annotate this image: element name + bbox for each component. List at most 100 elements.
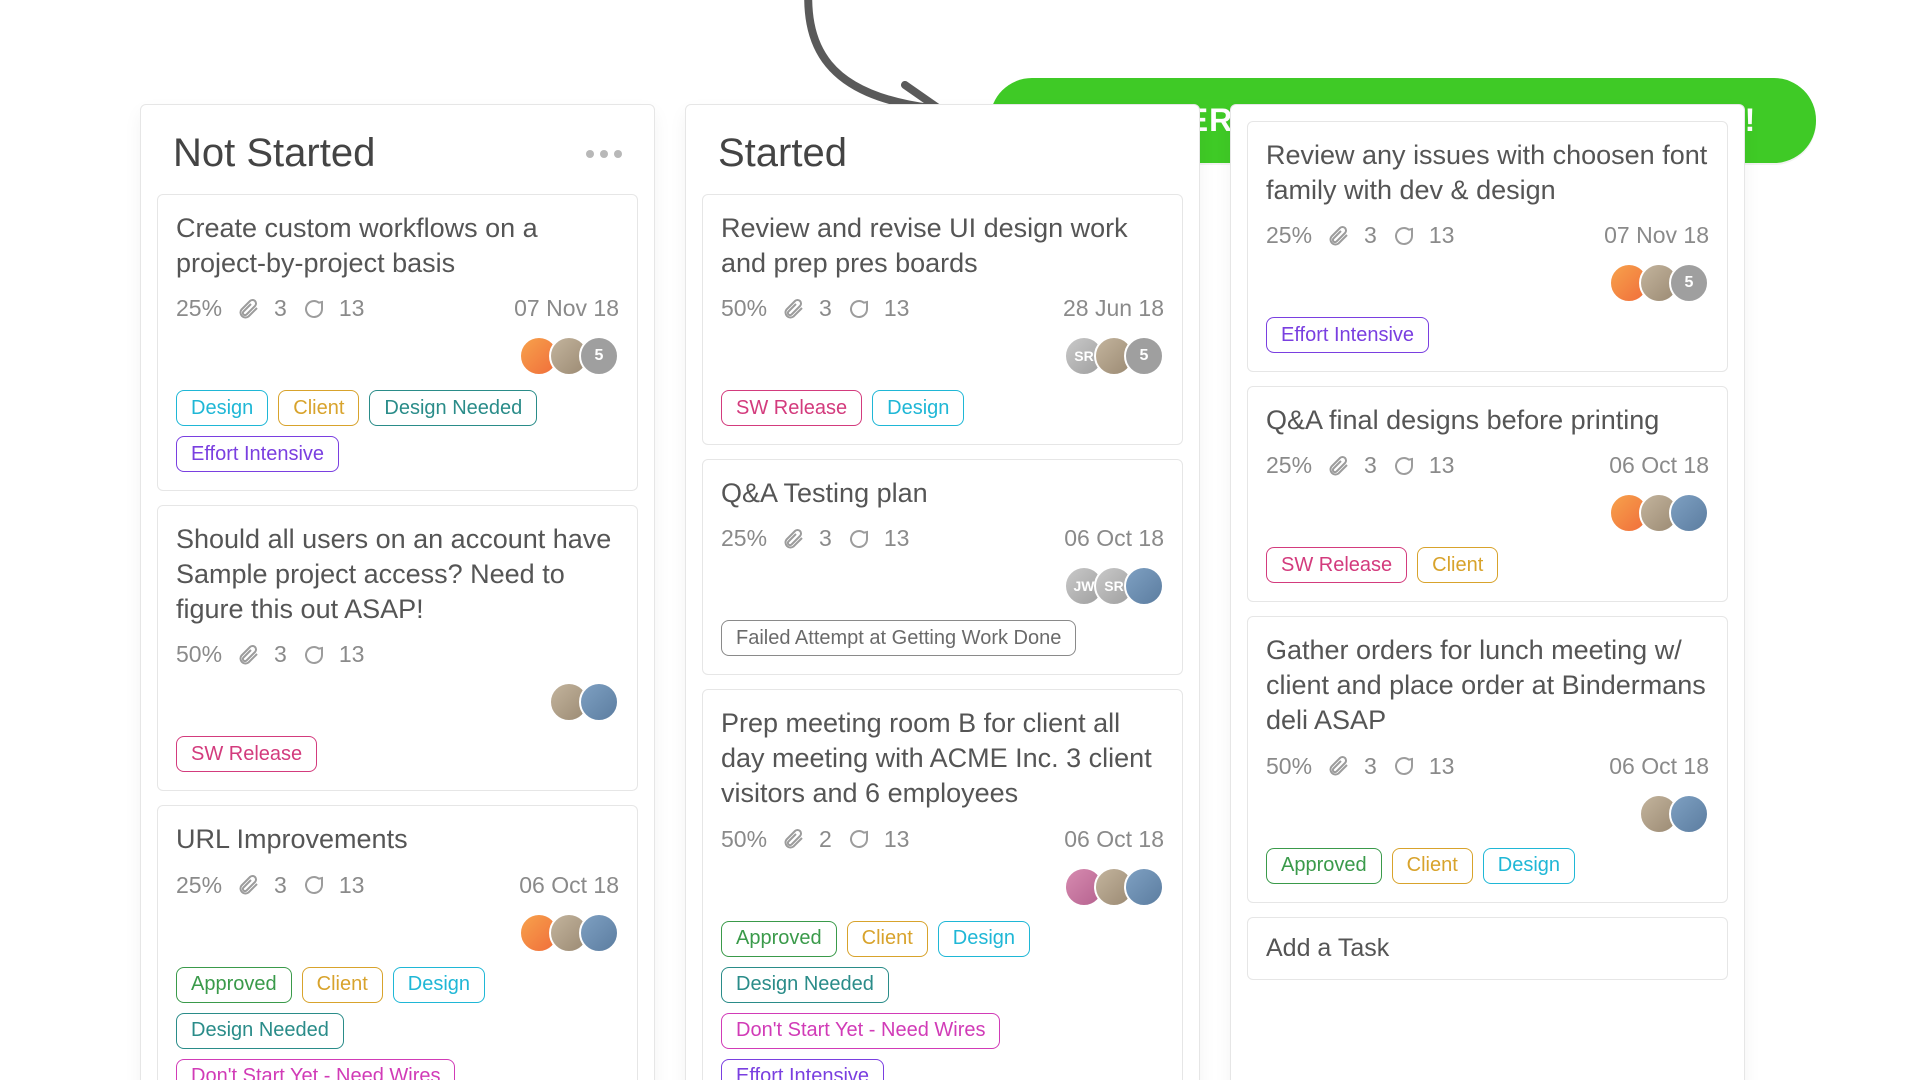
tag-client[interactable]: Client — [302, 967, 383, 1003]
task-avatars-row — [721, 867, 1164, 907]
task-date: 28 Jun 18 — [1063, 295, 1164, 322]
task-avatars-row — [1266, 493, 1709, 533]
tag-design[interactable]: Design — [176, 390, 268, 426]
kanban-board: Not Started Create custom workflows on a… — [140, 104, 1745, 1080]
tag-client[interactable]: Client — [847, 921, 928, 957]
avatar — [579, 682, 619, 722]
tag-designneeded[interactable]: Design Needed — [721, 967, 889, 1003]
comment-icon — [846, 527, 870, 551]
task-attachments-count: 3 — [274, 872, 287, 899]
tag-client[interactable]: Client — [1392, 848, 1473, 884]
board-column: Started Review and revise UI design work… — [685, 104, 1200, 1080]
task-comments-count: 13 — [1429, 753, 1455, 780]
column-title: Started — [718, 131, 847, 176]
task-avatars: JWSR — [1064, 566, 1164, 606]
task-title: Should all users on an account have Samp… — [176, 522, 619, 627]
task-date: 06 Oct 18 — [519, 872, 619, 899]
task-avatars — [1639, 794, 1709, 834]
task-date: 06 Oct 18 — [1064, 525, 1164, 552]
task-card[interactable]: Create custom workflows on a project-by-… — [157, 194, 638, 491]
tag-approved[interactable]: Approved — [176, 967, 292, 1003]
task-comments-count: 13 — [884, 826, 910, 853]
task-card[interactable]: Review any issues with choosen font fami… — [1247, 121, 1728, 372]
task-card[interactable]: Gather orders for lunch meeting w/ clien… — [1247, 616, 1728, 902]
tag-designneeded[interactable]: Design Needed — [176, 1013, 344, 1049]
comment-icon — [846, 297, 870, 321]
tag-designneeded[interactable]: Design Needed — [369, 390, 537, 426]
tag-nowires[interactable]: Don't Start Yet - Need Wires — [176, 1059, 455, 1080]
task-avatars-row — [1266, 794, 1709, 834]
tag-sw[interactable]: SW Release — [1266, 547, 1407, 583]
comment-icon — [846, 827, 870, 851]
task-meta-row: 50% 2 13 06 Oct 18 — [721, 826, 1164, 853]
tag-effort[interactable]: Effort Intensive — [721, 1059, 884, 1080]
task-meta-row: 25% 3 13 06 Oct 18 — [1266, 452, 1709, 479]
task-meta-row: 25% 3 13 07 Nov 18 — [176, 295, 619, 322]
task-meta-row: 25% 3 13 07 Nov 18 — [1266, 222, 1709, 249]
avatar: 5 — [1124, 336, 1164, 376]
task-tags: Approved Client Design Design Needed Don't S… — [176, 967, 619, 1080]
tag-design[interactable]: Design — [1483, 848, 1575, 884]
paperclip-icon — [781, 527, 805, 551]
tag-sw[interactable]: SW Release — [721, 390, 862, 426]
board-column: Not Started Create custom workflows on a… — [140, 104, 655, 1080]
task-attachments-count: 3 — [1364, 753, 1377, 780]
comment-icon — [301, 873, 325, 897]
paperclip-icon — [236, 873, 260, 897]
tag-effort[interactable]: Effort Intensive — [1266, 317, 1429, 353]
task-title: Q&A Testing plan — [721, 476, 1164, 511]
tag-client[interactable]: Client — [1417, 547, 1498, 583]
task-comments-count: 13 — [884, 525, 910, 552]
task-avatars — [1609, 493, 1709, 533]
task-card[interactable]: URL Improvements 25% 3 13 06 Oct 18 Appr… — [157, 805, 638, 1080]
avatar — [579, 913, 619, 953]
task-avatars: 5 — [1609, 263, 1709, 303]
task-card[interactable]: Should all users on an account have Samp… — [157, 505, 638, 791]
tag-approved[interactable]: Approved — [1266, 848, 1382, 884]
avatar — [1669, 794, 1709, 834]
task-title: Review any issues with choosen font fami… — [1266, 138, 1709, 208]
task-tags: Approved Client Design Design Needed Don't S… — [721, 921, 1164, 1080]
task-attachments-count: 2 — [819, 826, 832, 853]
comment-icon — [301, 643, 325, 667]
avatar — [1124, 566, 1164, 606]
tag-effort[interactable]: Effort Intensive — [176, 436, 339, 472]
task-comments-count: 13 — [1429, 452, 1455, 479]
paperclip-icon — [1326, 754, 1350, 778]
task-attachments-count: 3 — [1364, 222, 1377, 249]
add-task-input[interactable]: Add a Task — [1247, 917, 1728, 980]
task-tags: SW Release Client — [1266, 547, 1709, 583]
column-menu-icon[interactable] — [586, 150, 622, 158]
task-avatars: SR5 — [1064, 336, 1164, 376]
task-percent: 25% — [176, 872, 222, 899]
task-date: 06 Oct 18 — [1609, 452, 1709, 479]
task-card[interactable]: Q&A Testing plan 25% 3 13 06 Oct 18 JWSR… — [702, 459, 1183, 675]
paperclip-icon — [781, 827, 805, 851]
tag-design[interactable]: Design — [938, 921, 1030, 957]
column-task-list: Review and revise UI design work and pre… — [702, 194, 1183, 1080]
task-attachments-count: 3 — [1364, 452, 1377, 479]
column-header: Started — [702, 121, 1183, 194]
tag-client[interactable]: Client — [278, 390, 359, 426]
tag-approved[interactable]: Approved — [721, 921, 837, 957]
task-avatars-row — [176, 913, 619, 953]
task-tags: SW Release — [176, 736, 619, 772]
task-percent: 50% — [176, 641, 222, 668]
comment-icon — [1391, 754, 1415, 778]
task-percent: 25% — [1266, 452, 1312, 479]
paperclip-icon — [1326, 224, 1350, 248]
tag-failed[interactable]: Failed Attempt at Getting Work Done — [721, 620, 1076, 656]
tag-design[interactable]: Design — [393, 967, 485, 1003]
task-card[interactable]: Prep meeting room B for client all day m… — [702, 689, 1183, 1080]
task-avatars — [519, 913, 619, 953]
task-date: 06 Oct 18 — [1064, 826, 1164, 853]
tag-nowires[interactable]: Don't Start Yet - Need Wires — [721, 1013, 1000, 1049]
task-avatars — [1064, 867, 1164, 907]
board-column: Review any issues with choosen font fami… — [1230, 104, 1745, 1080]
paperclip-icon — [236, 643, 260, 667]
task-card[interactable]: Q&A final designs before printing 25% 3 … — [1247, 386, 1728, 602]
task-card[interactable]: Review and revise UI design work and pre… — [702, 194, 1183, 445]
tag-design[interactable]: Design — [872, 390, 964, 426]
tag-sw[interactable]: SW Release — [176, 736, 317, 772]
task-percent: 25% — [176, 295, 222, 322]
